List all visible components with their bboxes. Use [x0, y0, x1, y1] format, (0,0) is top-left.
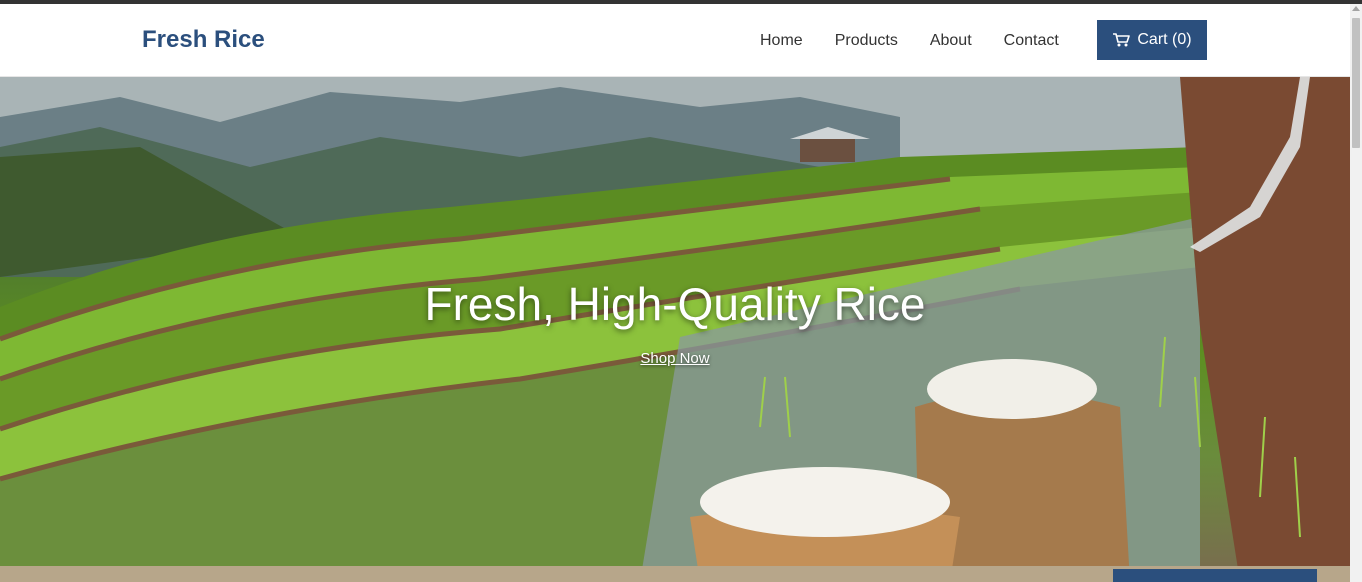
nav-products-link[interactable]: Products	[835, 32, 898, 50]
scroll-up-arrow-icon[interactable]	[1352, 6, 1360, 11]
shop-now-link[interactable]: Shop Now	[640, 350, 709, 367]
cart-button[interactable]: Cart (0)	[1097, 20, 1207, 60]
brand-logo[interactable]: Fresh Rice	[142, 26, 265, 54]
nav-about-link[interactable]: About	[930, 32, 972, 50]
hero-cta-wrapper: Shop Now	[0, 350, 1350, 368]
cart-label: Cart (0)	[1137, 31, 1192, 48]
hero-title: Fresh, High-Quality Rice	[424, 278, 926, 330]
scrollbar-thumb[interactable]	[1352, 18, 1360, 148]
page-scrollbar[interactable]	[1350, 4, 1362, 582]
hero-banner: Fresh, High-Quality Rice Shop Now	[0, 77, 1350, 582]
next-section-button-edge	[1113, 569, 1317, 582]
nav-home-link[interactable]: Home	[760, 32, 803, 50]
nav-contact-link[interactable]: Contact	[1004, 32, 1059, 50]
site-header: Fresh Rice Home Products About Contact C…	[0, 4, 1350, 77]
main-nav: Home Products About Contact	[760, 32, 1059, 50]
shopping-cart-icon	[1112, 32, 1131, 48]
